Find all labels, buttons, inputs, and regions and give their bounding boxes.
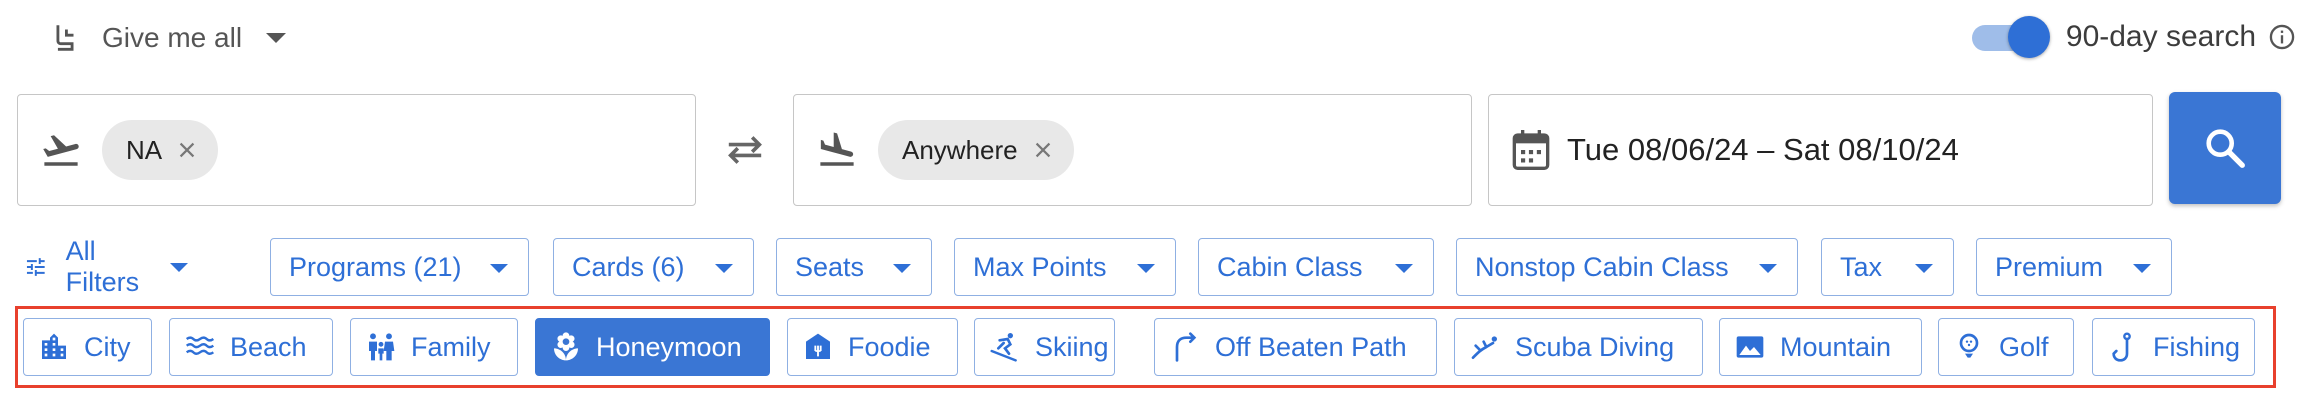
filter-label: Cabin Class <box>1217 251 1363 282</box>
filter-tax[interactable]: Tax <box>1821 238 1954 296</box>
family-icon <box>369 333 395 361</box>
category-honeymoon[interactable]: Honeymoon <box>535 318 770 376</box>
filter-nonstop-cabin-class[interactable]: Nonstop Cabin Class <box>1456 238 1798 296</box>
waves-icon <box>185 336 215 356</box>
scuba-icon <box>1471 336 1497 359</box>
category-city[interactable]: City <box>23 318 152 376</box>
category-label: Skiing <box>1035 331 1109 362</box>
fishing-hook-icon <box>2112 332 2131 362</box>
tune-icon <box>26 258 45 276</box>
seat-icon <box>56 25 74 51</box>
close-icon[interactable] <box>1032 139 1054 161</box>
category-scuba-diving[interactable]: Scuba Diving <box>1454 318 1703 376</box>
origin-field[interactable]: NA <box>17 94 696 206</box>
category-golf[interactable]: Golf <box>1938 318 2074 376</box>
filter-label: Programs (21) <box>289 251 462 282</box>
category-label: Mountain <box>1780 331 1892 362</box>
date-range-field[interactable]: Tue 08/06/24 – Sat 08/10/24 <box>1488 94 2153 206</box>
cabin-selector[interactable]: Give me all <box>48 18 287 58</box>
filter-programs[interactable]: Programs (21) <box>270 238 529 296</box>
filter-cabin-class[interactable]: Cabin Class <box>1198 238 1434 296</box>
swap-arrows-icon[interactable] <box>722 132 768 168</box>
chevron-down-icon <box>1137 264 1155 273</box>
ninety-day-toggle[interactable] <box>1968 14 2050 60</box>
landscape-icon <box>1736 336 1764 358</box>
chevron-down-icon <box>169 262 188 272</box>
destination-chip: Anywhere <box>878 120 1074 180</box>
chevron-down-icon <box>1915 264 1933 273</box>
category-fishing[interactable]: Fishing <box>2092 318 2255 376</box>
landing-icon <box>820 132 854 166</box>
search-icon <box>2206 129 2245 168</box>
chevron-down-icon <box>1759 264 1777 273</box>
chevron-down-icon <box>266 33 287 43</box>
filter-premium[interactable]: Premium <box>1976 238 2172 296</box>
category-family[interactable]: Family <box>350 318 518 376</box>
category-label: Honeymoon <box>596 331 742 362</box>
filter-label: Max Points <box>973 251 1107 282</box>
filter-max-points[interactable]: Max Points <box>954 238 1176 296</box>
destination-field[interactable]: Anywhere <box>793 94 1472 206</box>
city-icon <box>42 333 66 359</box>
search-window-control: 90-day search <box>1968 14 2296 60</box>
category-label: Golf <box>1999 331 2049 362</box>
filter-label: Cards (6) <box>572 251 685 282</box>
chevron-down-icon <box>2133 264 2151 273</box>
filter-cards[interactable]: Cards (6) <box>553 238 754 296</box>
chevron-down-icon <box>490 264 508 273</box>
filter-label: Seats <box>795 251 865 282</box>
search-button[interactable] <box>2169 92 2281 204</box>
filter-label: Tax <box>1840 251 1883 282</box>
takeoff-icon <box>43 135 79 166</box>
category-label: Beach <box>230 331 307 362</box>
close-icon[interactable] <box>176 139 198 161</box>
filter-label: Nonstop Cabin Class <box>1475 251 1729 282</box>
category-beach[interactable]: Beach <box>169 318 333 376</box>
filter-seats[interactable]: Seats <box>776 238 932 296</box>
all-filters-label: All Filters <box>65 236 140 297</box>
category-mountain[interactable]: Mountain <box>1719 318 1922 376</box>
food-store-icon <box>806 333 830 359</box>
skier-icon <box>990 333 1017 362</box>
chevron-down-icon <box>893 264 911 273</box>
category-label: Foodie <box>848 331 931 362</box>
filter-label: Premium <box>1995 251 2104 282</box>
category-off-beaten-path[interactable]: Off Beaten Path <box>1154 318 1437 376</box>
category-label: Family <box>411 331 491 362</box>
flower-icon <box>554 332 578 361</box>
category-label: Off Beaten Path <box>1215 331 1407 362</box>
chevron-down-icon <box>1395 264 1413 273</box>
chevron-down-icon <box>715 264 733 273</box>
destination-chip-label: Anywhere <box>902 134 1018 165</box>
all-filters-button[interactable]: All Filters <box>24 236 188 297</box>
ninety-day-label: 90-day search <box>2065 20 2256 53</box>
calendar-icon <box>1512 130 1550 171</box>
category-foodie[interactable]: Foodie <box>787 318 958 376</box>
cabin-selector-label: Give me all <box>102 22 243 53</box>
detour-arrow-icon <box>1175 332 1197 362</box>
origin-chip-label: NA <box>126 134 163 165</box>
golf-icon <box>1959 333 1979 358</box>
date-range-value: Tue 08/06/24 – Sat 08/10/24 <box>1567 132 1959 167</box>
info-icon[interactable] <box>2268 23 2296 51</box>
category-label: Fishing <box>2153 331 2241 362</box>
category-label: Scuba Diving <box>1515 331 1675 362</box>
category-label: City <box>84 331 131 362</box>
origin-chip: NA <box>102 120 219 180</box>
category-skiing[interactable]: Skiing <box>974 318 1115 376</box>
